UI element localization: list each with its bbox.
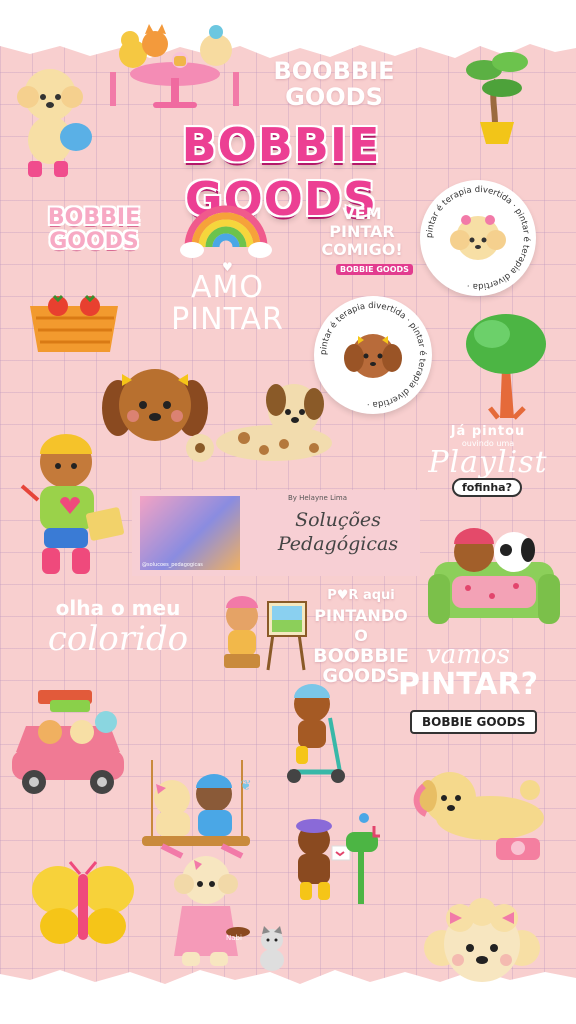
vem-pintar-tag: BOBBIE GOODS [336,264,413,275]
car-animals-icon [12,690,124,794]
playlist-tag: fofinha? [452,478,522,497]
vem-pintar-line2: PINTAR [329,222,395,241]
playlist-line3: Playlist [428,445,548,480]
amo-pintar-line2: PINTAR [171,302,284,337]
por-aqui-line1: P♥R aqui [327,588,395,603]
logo-top-line2: GOODS [285,83,383,111]
poodle-robe-icon [174,856,250,966]
logo-top: BOOBBIE GOODS [272,58,396,110]
bear-scooter-icon [287,684,345,783]
amo-pintar-line1: AMO [190,270,265,305]
banner-thumbnail: @solucoes_pedagogicas [140,496,240,570]
amo-pintar-text: AMO PINTAR [160,272,295,336]
bear-painter-icon [20,434,124,574]
rainbow-icon [180,205,272,258]
logo-top-line1: BOOBBIE [273,57,395,85]
butterfly-icon [32,861,134,944]
small-butterfly-icon: ❦ [240,778,252,794]
banner-thumb-caption: @solucoes_pedagogicas [142,562,203,568]
poodle-bag-icon [17,69,92,177]
vamos-pintar-text: vamos PINTAR? [380,642,556,702]
puppy-phone-icon [413,772,544,860]
dog-mailbox-icon [296,813,380,904]
tree-icon [466,314,546,420]
bonsai-tree-icon [466,52,528,144]
por-aqui-line2: PINTANDO O [314,606,408,645]
vem-pintar-line3: COMIGO! [321,240,403,259]
circle-sticker-1-art: pintar é terapia divertida · pintar é te… [425,185,532,291]
solucoes-banner[interactable]: @solucoes_pedagogicas By Helayne Lima So… [132,490,420,576]
banner-line2: Pedagógicas [277,533,399,555]
playlist-text: Já pintou ouvindo uma Playlist [418,424,558,478]
dog-name-tag: Nabi [226,934,242,942]
circle-sticker-1: pintar é terapia divertida · pintar é te… [420,180,536,296]
banner-title: Soluções Pedagógicas [258,508,418,556]
bear-easel-icon [224,596,307,671]
dogs-on-couch-icon [428,528,560,624]
vamos-line1: vamos [426,640,510,670]
logo-left-line1: BOBBIE [47,205,141,230]
olha-colorido-text: olha o meu colorido [20,596,216,658]
tea-party-icon [110,24,239,108]
vamos-line2: PINTAR? [397,667,539,702]
vem-pintar-line1: VEM [342,204,382,223]
playlist-line1: Já pintou [450,424,526,439]
vamos-tag: BOBBIE GOODS [410,710,538,734]
olha-line2: colorido [47,619,189,659]
vem-pintar-text: VEM PINTAR COMIGO! [312,205,412,259]
poodle-head-icon [424,898,540,982]
swing-bears-icon [142,760,250,859]
basket-icon [30,294,118,352]
olha-line1: olha o meu [55,596,181,620]
logo-left: BOBBIE GOODS [44,206,144,254]
cat-icon [260,926,284,971]
logo-left-line2: GOODS [49,229,139,254]
banner-byline: By Helayne Lima [288,494,348,502]
spotted-dog-icon [186,384,332,462]
banner-line1: Soluções [295,509,381,531]
